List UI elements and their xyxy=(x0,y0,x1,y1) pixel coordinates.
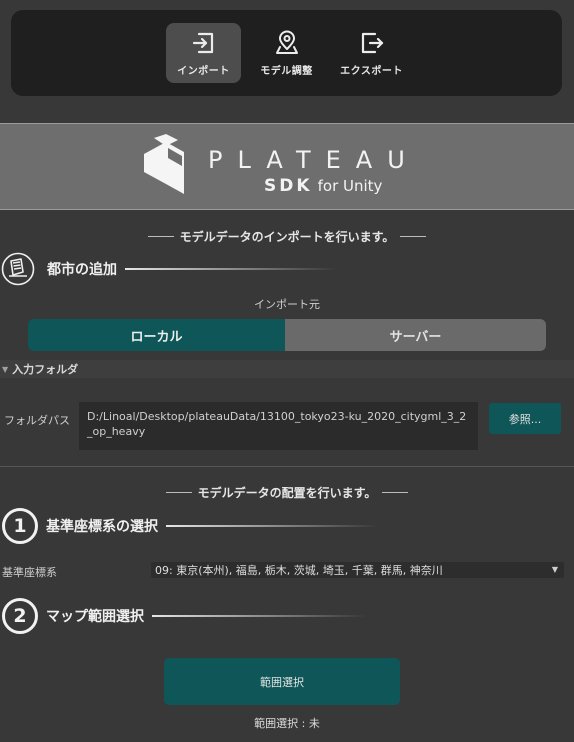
import-icon xyxy=(192,32,213,53)
export-icon xyxy=(361,32,383,53)
plateau-banner: PLATEAU SDK for Unity xyxy=(0,123,574,210)
brand-name: PLATEAU xyxy=(208,146,420,174)
heading-rule-left xyxy=(165,492,192,493)
input-folder-foldout[interactable]: ▼ 入力フォルダ xyxy=(0,360,574,378)
foldout-arrow-icon: ▼ xyxy=(2,364,9,374)
folder-path-field[interactable]: D:/Linoal/Desktop/plateauData/13100_toky… xyxy=(79,402,478,450)
heading-rule-right xyxy=(400,236,427,237)
step1-heading: 1 基準座標系の選択 xyxy=(2,508,378,544)
export-tab-button[interactable]: エクスポート xyxy=(334,23,409,83)
export-tab-label: エクスポート xyxy=(340,65,403,77)
model-adjust-tab-label: モデル調整 xyxy=(260,65,313,77)
placement-heading-text: モデルデータの配置を行います。 xyxy=(197,486,377,500)
range-select-button[interactable]: 範囲選択 xyxy=(164,658,400,705)
folder-path-label: フォルダパス xyxy=(4,414,70,427)
range-select-status: 範囲選択 : 未 xyxy=(254,717,320,730)
heading-rule-right xyxy=(382,492,409,493)
sdk-label: SDK xyxy=(264,176,313,196)
browse-button[interactable]: 参照... xyxy=(489,403,561,434)
add-city-heading: 都市の追加 xyxy=(1,252,337,286)
placement-section-heading: モデルデータの配置を行います。 xyxy=(0,484,574,501)
step2-heading: 2 マップ範囲選択 xyxy=(2,598,366,634)
plateau-logo-icon xyxy=(144,134,184,194)
step2-number-badge: 2 xyxy=(2,598,38,634)
local-option-button[interactable]: ローカル xyxy=(28,319,285,351)
model-adjust-tab-button[interactable]: モデル調整 xyxy=(249,23,324,83)
add-city-title: 都市の追加 xyxy=(47,262,117,278)
crs-dropdown[interactable]: 09: 東京(本州), 福島, 栃木, 茨城, 埼玉, 千葉, 群馬, 神奈川 … xyxy=(151,562,564,578)
toolbar: インポート モデル調整 エクスポート xyxy=(11,10,562,96)
for-unity-label: for Unity xyxy=(317,177,383,195)
section-divider xyxy=(0,466,574,467)
heading-rule-left xyxy=(147,236,174,237)
import-source-label: インポート元 xyxy=(254,298,320,311)
brand-subtitle: SDK for Unity xyxy=(264,176,382,196)
crs-label: 基準座標系 xyxy=(2,566,57,579)
foldout-label: 入力フォルダ xyxy=(12,363,79,376)
model-adjust-icon xyxy=(275,30,298,54)
import-section-heading: モデルデータのインポートを行います。 xyxy=(0,228,574,245)
import-tab-label: インポート xyxy=(177,65,230,77)
step1-rule xyxy=(166,525,378,527)
step1-title: 基準座標系の選択 xyxy=(46,519,158,535)
city-add-icon xyxy=(1,252,35,286)
step2-rule xyxy=(152,615,366,617)
import-source-toggle: ローカル サーバー xyxy=(28,319,546,351)
import-heading-text: モデルデータのインポートを行います。 xyxy=(179,230,395,244)
import-tab-button[interactable]: インポート xyxy=(166,23,241,83)
step1-number-badge: 1 xyxy=(2,508,38,544)
crs-selected-value: 09: 東京(本州), 福島, 栃木, 茨城, 埼玉, 千葉, 群馬, 神奈川 xyxy=(155,564,443,577)
step2-title: マップ範囲選択 xyxy=(46,609,144,625)
dropdown-arrow-icon: ▼ xyxy=(551,565,558,574)
add-city-rule xyxy=(125,268,337,270)
server-option-button[interactable]: サーバー xyxy=(285,319,546,351)
